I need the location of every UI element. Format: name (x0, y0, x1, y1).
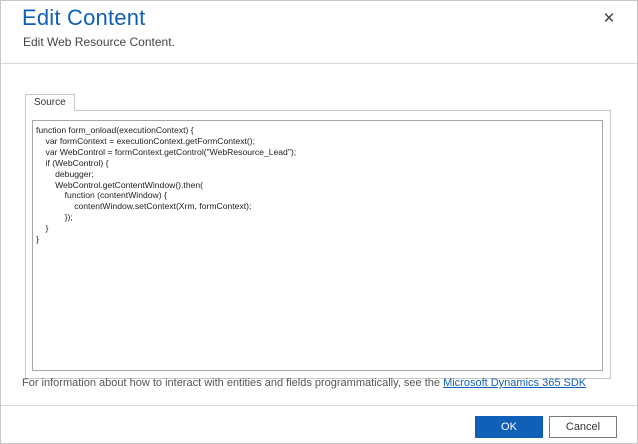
code-line: } (36, 223, 49, 234)
code-line: function form_onload(executionContext) { (36, 125, 194, 135)
tab-source[interactable]: Source (25, 94, 75, 111)
footer-divider (1, 405, 637, 406)
code-line: if (WebControl) { (36, 157, 109, 168)
code-line: WebControl.getContentWindow().then( (36, 179, 204, 190)
dialog-subtitle: Edit Web Resource Content. (23, 35, 175, 49)
code-line: function (contentWindow) { (36, 190, 167, 201)
sdk-info: For information about how to interact wi… (22, 378, 612, 389)
code-line: contentWindow.setContext(Xrm, formContex… (36, 201, 252, 212)
sdk-info-text: For information about how to interact wi… (22, 377, 444, 389)
dialog-title: Edit Content (22, 5, 146, 30)
code-line: debugger; (36, 168, 94, 179)
sdk-link[interactable]: Microsoft Dynamics 365 SDK (443, 377, 586, 389)
code-editor[interactable]: function form_onload(executionContext) {… (32, 120, 603, 371)
source-panel: function form_onload(executionContext) {… (25, 110, 611, 379)
code-line: } (36, 234, 39, 245)
code-text[interactable]: function form_onload(executionContext) {… (33, 121, 602, 249)
edit-content-dialog: Edit Content Edit Web Resource Content. … (0, 0, 638, 444)
cancel-button[interactable]: Cancel (549, 416, 617, 438)
header-divider (1, 63, 637, 64)
code-line: var WebControl = formContext.getControl(… (36, 146, 297, 157)
ok-button[interactable]: OK (475, 416, 543, 438)
code-line: }); (36, 212, 73, 223)
close-icon[interactable]: ✕ (601, 11, 617, 27)
code-line: var formContext = executionContext.getFo… (36, 135, 255, 146)
